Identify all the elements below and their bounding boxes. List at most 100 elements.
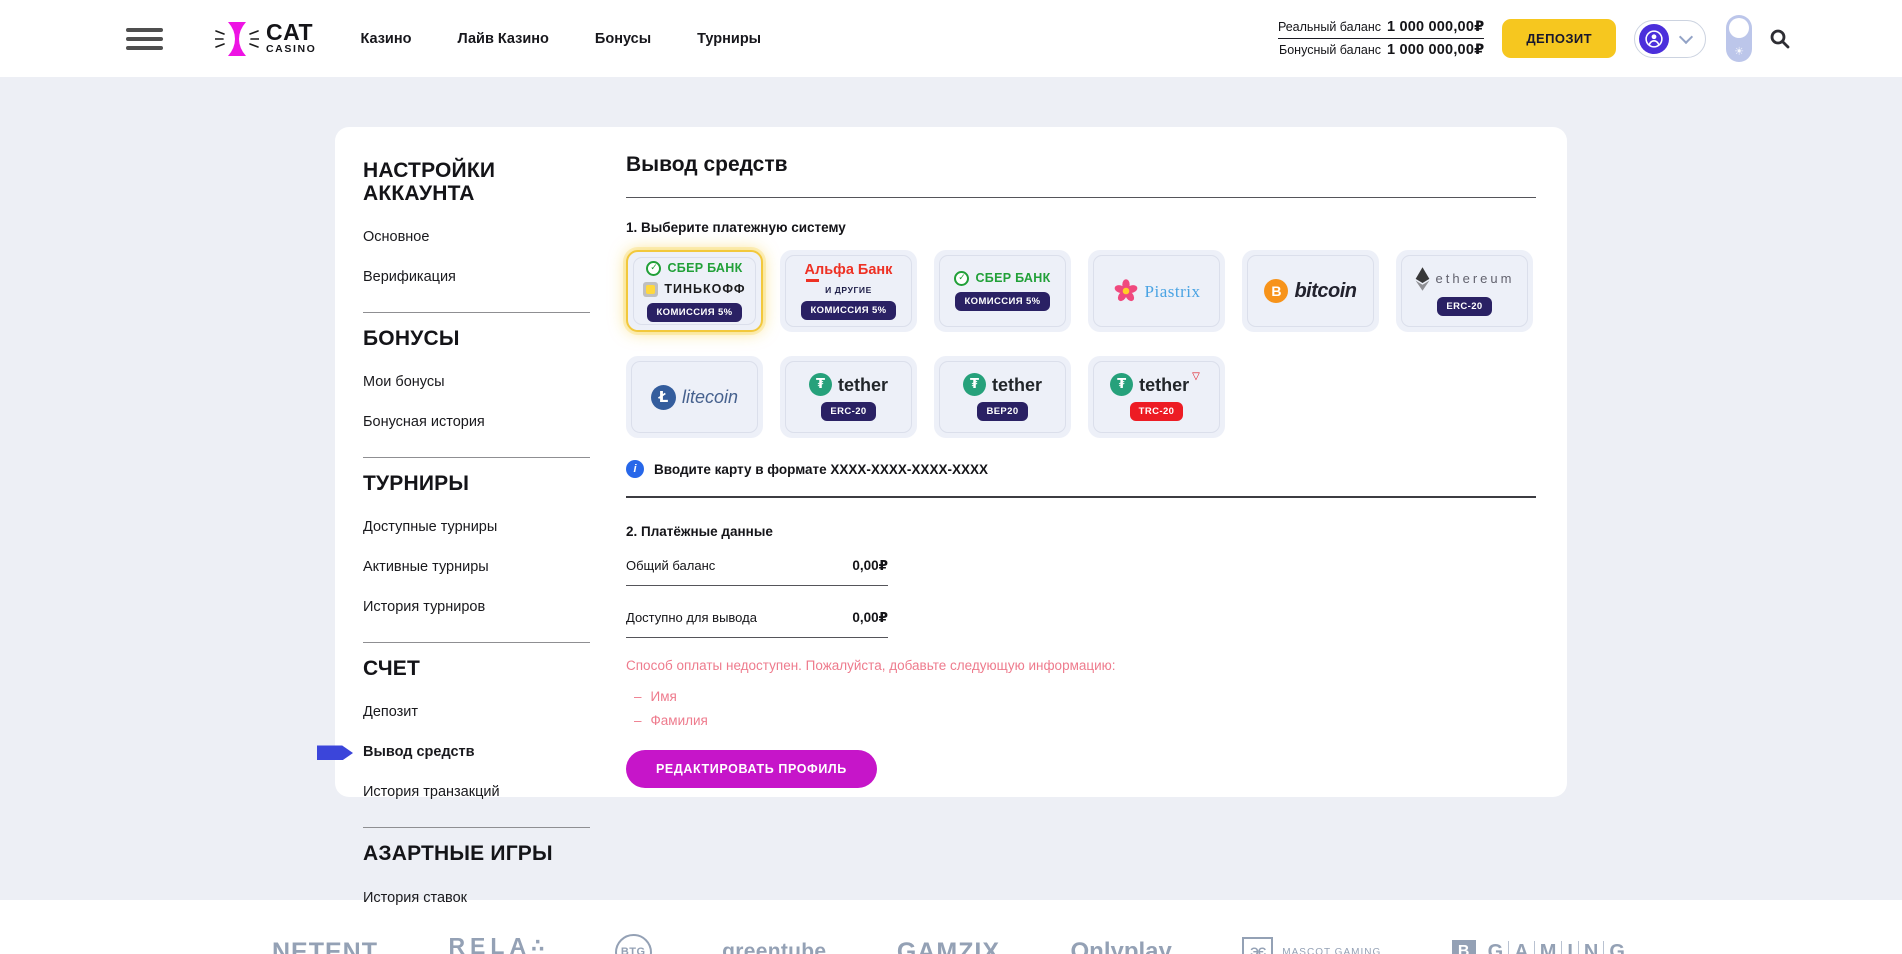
divider <box>363 642 590 643</box>
payment-method-name: bitcoin <box>1294 281 1356 301</box>
sidebar-section-title: БОНУСЫ <box>363 327 590 350</box>
payment-method-line: ethereum <box>1415 267 1515 291</box>
sidebar-section-title: СЧЕТ <box>363 657 590 680</box>
bitcoin-icon: B <box>1264 279 1288 303</box>
balance-row: Бонусный баланс1 000 000,00₽ <box>1278 38 1484 61</box>
payment-method-litecoin[interactable]: Łlitecoin <box>626 356 763 438</box>
user-avatar-icon <box>1643 28 1665 50</box>
sidebar-item-верификация[interactable]: Верификация <box>363 269 590 285</box>
edit-profile-button[interactable]: РЕДАКТИРОВАТЬ ПРОФИЛЬ <box>626 750 877 788</box>
payment-method-line: ТИНЬКОФФ <box>643 282 745 297</box>
provider-letter: A <box>1508 941 1533 954</box>
payment-method-name: Piastrix <box>1145 283 1201 300</box>
account-panel: НАСТРОЙКИ АККАУНТА Основное Верификация БОН… <box>335 127 1567 797</box>
profile-menu[interactable] <box>1634 20 1706 58</box>
missing-field-item: Имя <box>626 689 1536 704</box>
nav-item-2[interactable]: Бонусы <box>595 31 651 47</box>
provider-letter: G <box>1603 941 1630 954</box>
deposit-button[interactable]: ДЕПОЗИТ <box>1502 19 1616 58</box>
payment-method-line: ₮tether▽ <box>1110 373 1203 396</box>
logo[interactable]: CAT CASINO <box>215 19 316 59</box>
provider-letter: I <box>1561 941 1578 954</box>
bgaming-b-icon: B <box>1452 940 1476 954</box>
search-button[interactable] <box>1768 27 1792 51</box>
sidebar-item-бонусная-история[interactable]: Бонусная история <box>363 414 590 430</box>
payment-method-tether-erc20[interactable]: ₮tetherERC-20 <box>780 356 917 438</box>
payment-method-piastrix[interactable]: Piastrix <box>1088 250 1225 332</box>
sidebar-section-title: НАСТРОЙКИ АККАУНТА <box>363 159 590 205</box>
payment-method-name: Альфа Банк <box>805 263 893 278</box>
provider-logo-gamzix: GAMZIX <box>897 938 1000 954</box>
active-item-arrow-icon <box>317 745 353 760</box>
payment-method-bitcoin[interactable]: Bbitcoin <box>1242 250 1379 332</box>
commission-badge: КОМИССИЯ 5% <box>955 292 1049 311</box>
nav-item-3[interactable]: Турниры <box>697 31 761 47</box>
balance-row: Реальный баланс1 000 000,00₽ <box>1278 16 1484 38</box>
payment-method-name: И ДРУГИЕ <box>825 286 872 295</box>
provider-logo-relax-gaming: RELA∴GAMING <box>448 933 544 954</box>
provider-logo-btg: BTG <box>615 934 652 954</box>
divider <box>626 496 1536 498</box>
provider-name: RELA <box>448 933 531 954</box>
divider <box>626 197 1536 198</box>
payment-method-ethereum[interactable]: ethereum ERC-20 <box>1396 250 1533 332</box>
payment-error-message: Способ оплаты недоступен. Пожалуйста, до… <box>626 658 1536 673</box>
chevron-down-icon <box>1679 29 1693 43</box>
payment-method-name: СБЕР БАНК <box>975 272 1050 285</box>
cat-logo-icon <box>215 19 259 59</box>
payment-method-line: ✓СБЕР БАНК <box>646 261 742 276</box>
payment-method-sber[interactable]: ✓СБЕР БАНК КОМИССИЯ 5% <box>934 250 1071 332</box>
info-row: i Вводите карту в формате XXXX-XXXX-XXXX… <box>626 460 1536 478</box>
avatar <box>1639 24 1669 54</box>
theme-toggle[interactable]: ☀ <box>1726 15 1752 62</box>
sidebar-item-история-транзакций[interactable]: История транзакций <box>363 784 590 800</box>
btg-circle-icon: BTG <box>615 934 652 954</box>
menu-icon[interactable] <box>126 28 163 50</box>
payment-method-line: Łlitecoin <box>651 385 738 410</box>
payment-method-name: ethereum <box>1436 272 1515 285</box>
provider-logo-top: RELA∴ <box>448 933 544 954</box>
sidebar-item-основное[interactable]: Основное <box>363 229 590 245</box>
sidebar-item-вывод-средств[interactable]: Вывод средств <box>363 744 590 760</box>
payment-method-alfa-bank[interactable]: Альфа БанкИ ДРУГИЕКОМИССИЯ 5% <box>780 250 917 332</box>
nav-item-0[interactable]: Казино <box>360 31 411 47</box>
commission-badge: КОМИССИЯ 5% <box>647 303 741 322</box>
sidebar-item-активные-турниры[interactable]: Активные турниры <box>363 559 590 575</box>
divider <box>363 457 590 458</box>
sidebar-item-доступные-турниры[interactable]: Доступные турниры <box>363 519 590 535</box>
sidebar-item-депозит[interactable]: Депозит <box>363 704 590 720</box>
payment-method-sber-tinkoff[interactable]: ✓СБЕР БАНК ТИНЬКОФФ КОМИССИЯ 5% <box>626 250 763 332</box>
payment-method-line: ₮tether <box>963 373 1042 396</box>
payment-method-line: Bbitcoin <box>1264 279 1356 303</box>
commission-badge: ERC-20 <box>1437 297 1491 316</box>
balance-label: Реальный баланс <box>1278 20 1381 34</box>
payment-method-line: ✓СБЕР БАНК <box>954 271 1050 286</box>
sidebar-section-title: ТУРНИРЫ <box>363 472 590 495</box>
provider-logo-bgaming: BGAMING <box>1452 940 1630 954</box>
sidebar-section-title: АЗАРТНЫЕ ИГРЫ <box>363 842 590 865</box>
payment-methods-grid: ✓СБЕР БАНК ТИНЬКОФФ КОМИССИЯ 5% Альфа Банк И… <box>626 250 1536 438</box>
step2-label: 2. Платёжные данные <box>626 524 1536 539</box>
relax-dots-icon: ∴ <box>531 935 544 954</box>
info-icon: i <box>626 460 644 478</box>
missing-fields-list: ИмяФамилия <box>626 689 1536 728</box>
balance-summary-value: 0,00₽ <box>852 610 888 626</box>
sidebar-item-история-турниров[interactable]: История турниров <box>363 599 590 615</box>
nav-item-1[interactable]: Лайв Казино <box>457 31 548 47</box>
sidebar-item-мои-бонусы[interactable]: Мои бонусы <box>363 374 590 390</box>
info-text: Вводите карту в формате XXXX-XXXX-XXXX-X… <box>654 462 988 477</box>
payment-method-name: litecoin <box>682 388 738 406</box>
sidebar-item-история-ставок[interactable]: История ставок <box>363 890 590 906</box>
payment-method-tether-bep20[interactable]: ₮tetherBEP20 <box>934 356 1071 438</box>
balance-block: Реальный баланс1 000 000,00₽Бонусный бал… <box>1278 16 1484 61</box>
sun-icon: ☀ <box>1726 45 1752 58</box>
payment-method-line: Альфа Банк <box>805 263 893 278</box>
tinkoff-icon <box>643 282 658 297</box>
provider-letter: M <box>1534 941 1562 954</box>
divider <box>363 312 590 313</box>
balance-summary-row: Общий баланс0,00₽ <box>626 554 888 586</box>
provider-name: MASCOT GAMING <box>1282 947 1381 954</box>
tether-icon: ₮ <box>1110 373 1133 396</box>
payment-method-tether-trc20[interactable]: ₮tether▽TRC-20 <box>1088 356 1225 438</box>
logo-subtitle: CASINO <box>266 43 316 55</box>
